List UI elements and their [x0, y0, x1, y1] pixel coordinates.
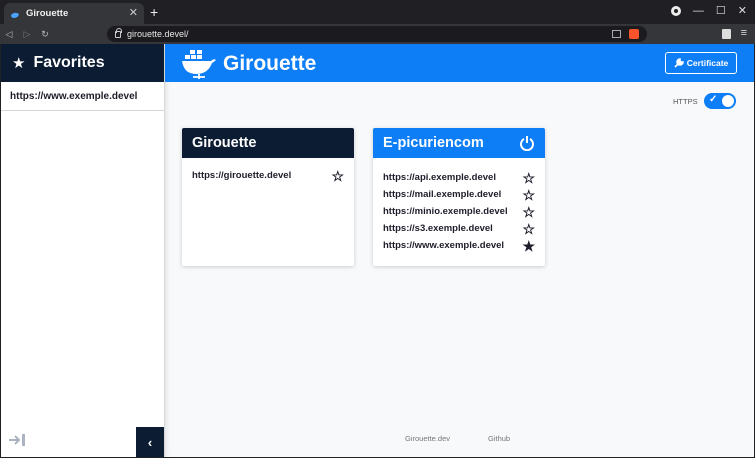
favorites-sidebar: ★ Favorites https://www.exemple.devel ‹ [1, 44, 165, 457]
tab-title: Girouette [26, 8, 69, 19]
browser-toolbar: ◁ ▷ ↻ girouette.devel/ ≡ [0, 24, 755, 44]
star-outline-icon[interactable]: ☆ [522, 222, 535, 236]
service-link[interactable]: https://api.exemple.devel [383, 172, 496, 183]
star-outline-icon[interactable]: ☆ [522, 205, 535, 219]
service-card-epicuriencom: E-picuriencom https://api.exemple.devel … [373, 128, 545, 266]
maximize-button[interactable]: ☐ [716, 4, 726, 17]
sidebar-header: ★ Favorites [1, 44, 164, 82]
card-title: E-picuriencom [383, 135, 484, 151]
service-card-girouette: Girouette https://girouette.devel ☆ [182, 128, 354, 266]
minimize-button[interactable]: — [693, 5, 704, 17]
card-title: Girouette [192, 135, 257, 151]
card-header: Girouette [182, 128, 354, 158]
link-row: https://www.exemple.devel ★ [383, 237, 535, 254]
tab-search-icon[interactable] [612, 30, 621, 38]
footer-link-github[interactable]: Github [488, 434, 510, 443]
star-filled-icon[interactable]: ★ [522, 239, 535, 253]
footer-link-girouette[interactable]: Girouette.dev [405, 434, 450, 443]
service-link[interactable]: https://minio.exemple.devel [383, 206, 508, 217]
star-icon: ★ [12, 55, 26, 72]
service-link[interactable]: https://girouette.devel [192, 170, 291, 181]
certificate-label: Certificate [686, 58, 729, 68]
app-header: Girouette Certificate [165, 44, 754, 82]
url-text[interactable]: girouette.devel/ [127, 29, 612, 39]
service-link[interactable]: https://s3.exemple.devel [383, 223, 493, 234]
extension-icon[interactable] [722, 29, 731, 39]
address-bar[interactable]: girouette.devel/ [107, 26, 647, 42]
wrench-icon [674, 58, 684, 68]
favorite-item[interactable]: https://www.exemple.devel [1, 82, 164, 111]
collapse-sidebar-button[interactable]: ‹ [136, 427, 164, 457]
link-row: https://s3.exemple.devel ☆ [383, 220, 535, 237]
brave-shield-icon[interactable] [629, 29, 639, 39]
link-row: https://api.exemple.devel ☆ [383, 169, 535, 186]
star-outline-icon[interactable]: ☆ [522, 171, 535, 185]
close-window-button[interactable]: ✕ [738, 4, 747, 17]
window-controls: — ☐ ✕ [670, 4, 747, 17]
docker-whale-logo [182, 50, 216, 79]
browser-tab-bar: Girouette ✕ + — ☐ ✕ [0, 0, 755, 24]
star-outline-icon[interactable]: ☆ [331, 169, 344, 183]
browser-tab[interactable]: Girouette ✕ [4, 3, 144, 24]
link-row: https://girouette.devel ☆ [192, 167, 344, 184]
web-page: ★ Favorites https://www.exemple.devel ‹ … [1, 44, 754, 457]
profile-icon[interactable] [670, 5, 681, 16]
sign-in-icon[interactable] [8, 433, 26, 447]
link-row: https://mail.exemple.devel ☆ [383, 186, 535, 203]
check-icon: ✓ [709, 94, 718, 105]
tab-close-icon[interactable]: ✕ [129, 8, 138, 19]
chevron-left-icon: ‹ [147, 434, 153, 450]
link-row: https://minio.exemple.devel ☆ [383, 203, 535, 220]
reload-button[interactable]: ↻ [36, 29, 54, 40]
forward-button[interactable]: ▷ [18, 29, 36, 40]
back-button[interactable]: ◁ [0, 29, 18, 40]
certificate-button[interactable]: Certificate [665, 52, 737, 74]
star-outline-icon[interactable]: ☆ [522, 188, 535, 202]
menu-icon[interactable]: ≡ [741, 27, 747, 39]
brand-title: Girouette [223, 52, 317, 75]
new-tab-button[interactable]: + [150, 5, 158, 19]
sidebar-title: Favorites [33, 54, 105, 71]
power-icon[interactable] [519, 135, 535, 151]
service-link[interactable]: https://mail.exemple.devel [383, 189, 501, 200]
service-link[interactable]: https://www.exemple.devel [383, 240, 504, 251]
lock-icon [115, 27, 122, 38]
docker-favicon-icon [10, 9, 20, 19]
https-label: HTTPS [673, 97, 698, 106]
https-toggle[interactable]: ✓ [704, 93, 736, 109]
card-header: E-picuriencom [373, 128, 545, 158]
